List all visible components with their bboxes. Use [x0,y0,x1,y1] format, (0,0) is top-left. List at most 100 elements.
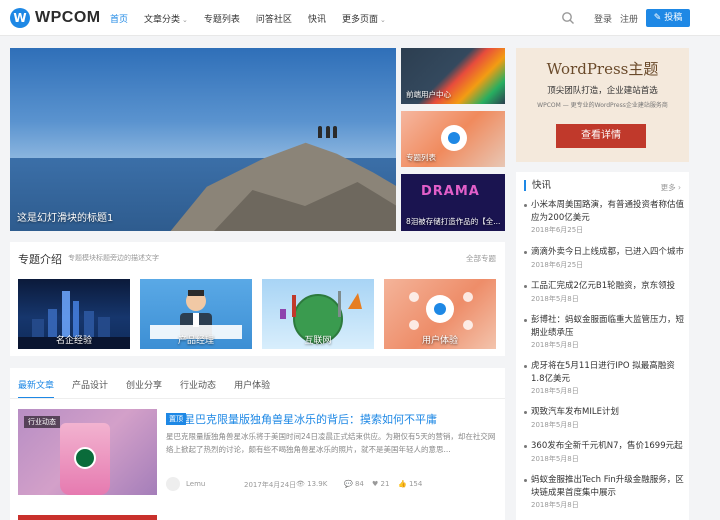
sticky-badge: 置顶 [166,413,186,425]
site-logo[interactable]: W WPCOM [10,8,101,28]
news-date: 2018年6月25日 [531,226,584,234]
search-icon[interactable] [561,11,575,25]
tab-latest[interactable]: 最新文章 [18,378,55,399]
kuaixun-more-link[interactable]: 更多 › [661,182,681,193]
thumb-label: 8泪被存储打造作品的【全... [406,217,501,226]
featured-thumb-3[interactable]: DRAMA 8泪被存储打造作品的【全... [401,174,505,231]
tabs-divider [10,398,505,399]
topics-section: 专题介绍 专题模块标题旁边的描述文字 全部专题 名企经验 产品经理 互联网 用户… [10,242,505,356]
news-date: 2018年5月8日 [531,341,579,349]
article-category-tag[interactable]: 行业动态 [24,416,60,428]
news-date: 2018年5月8日 [531,420,579,429]
likes-count[interactable]: ♥ 21 [372,480,389,488]
news-date: 2018年5月8日 [531,387,579,395]
featured-thumb-1[interactable]: 前端用户中心 [401,48,505,104]
next-article-thumbnail[interactable] [18,515,157,520]
ad-details-button[interactable]: 查看详情 [556,124,646,148]
news-item[interactable]: 360发布全新千元机N7，售价1699元起 2018年5月8日 [524,440,684,464]
slider-image-person [333,126,337,138]
topics-desc: 专题模块标题旁边的描述文字 [68,254,159,262]
submit-post-button[interactable]: ✎ 投稿 [646,9,690,27]
kuaixun-widget: 快讯 更多 › 小米本周美国路演，有普通投资者称估值应为200亿美元 2018年… [516,172,689,520]
starbucks-logo-icon [74,447,96,469]
topic-label: 用户体验 [421,336,458,346]
tab-ux[interactable]: 用户体验 [234,378,270,399]
news-title: 小米本周美国路演，有普通投资者称估值应为200亿美元 [524,199,684,224]
topic-card[interactable]: 互联网 [262,279,374,349]
news-title: 工品汇完成2亿元B1轮融资，京东领投 [524,280,684,293]
register-link[interactable]: 注册 [620,12,638,25]
articles-section: 最新文章 产品设计 创业分享 行业动态 用户体验 行业动态 置顶 星巴克限量版独… [10,368,505,520]
favorites-count[interactable]: 👍 154 [398,480,422,488]
news-item[interactable]: 虎牙将在5月11日进行IPO 拟最高融资1.8亿美元 2018年5月8日 [524,360,684,396]
news-item[interactable]: 工品汇完成2亿元B1轮融资，京东领投 2018年5月8日 [524,280,684,304]
topic-card[interactable]: 名企经验 [18,279,130,349]
nav-item-kuaixun[interactable]: 快讯 [308,12,326,25]
chevron-down-icon: ⌄ [182,15,188,24]
news-item[interactable]: 蚂蚁金服推出Tech Fin升级金融服务，区块链成果首度集中展示 2018年5月… [524,474,684,510]
news-date: 2018年5月8日 [531,501,579,509]
article-thumbnail[interactable]: 行业动态 [18,409,157,495]
news-item[interactable]: 小米本周美国路演，有普通投资者称估值应为200亿美元 2018年6月25日 [524,199,684,235]
edit-icon: ✎ [653,13,662,23]
chevron-down-icon: ⌄ [379,15,386,24]
nav-label: 文章分类 [144,14,181,25]
site-header: W WPCOM 首页 文章分类 ⌄ 专题列表 问答社区 快讯 更多页面 ⌄ 登录 注… [0,0,720,36]
news-date: 2018年6月25日 [531,260,584,269]
nav-label: 专题列表 [203,14,240,25]
article-title[interactable]: 星巴克限量版独角兽星冰乐的背后：摸索如何不平庸 [184,411,437,427]
featured-thumb-2[interactable]: 专题列表 [401,111,505,167]
logo-icon: W [10,8,30,28]
article-tabs: 最新文章 产品设计 创业分享 行业动态 用户体验 [18,378,288,399]
ad-small-text: WPCOM — 更专业的WordPress企业建站服务商 [537,102,668,109]
nav-item-home[interactable]: 首页 [110,12,128,25]
news-title: 彭博社：蚂蚁金服面临重大监管压力，短期业绩承压 [524,314,684,339]
news-title: 观致汽车发布MILE计划 [524,406,684,419]
views-count: 👁 13.9K [296,480,328,488]
news-date: 2018年5月8日 [531,454,579,463]
submit-label: 投稿 [664,13,683,23]
avatar[interactable] [166,477,180,491]
topic-card[interactable]: 用户体验 [384,279,496,349]
ad-title: WordPress主题 [546,60,659,78]
login-link[interactable]: 登录 [594,12,612,25]
article-date: 2017年4月24日 [244,481,297,489]
tab-product-design[interactable]: 产品设计 [72,378,108,399]
nav-label: 更多页面 [341,14,378,25]
topic-card[interactable]: 产品经理 [140,279,252,349]
nav-label: 快讯 [307,14,326,25]
article-author[interactable]: Lemu [186,480,205,488]
thumb-graphic-word: DRAMA [421,184,480,199]
article-item: 行业动态 置顶 星巴克限量版独角兽星冰乐的背后：摸索如何不平庸 星巴克限量版独角… [18,409,498,495]
topics-all-link[interactable]: 全部专题 [466,253,496,264]
tab-startup[interactable]: 创业分享 [126,378,162,399]
nav-item-topics[interactable]: 专题列表 [204,12,240,25]
slider-caption: 这是幻灯滑块的标题1 [17,213,114,224]
logo-text: WPCOM [35,9,101,26]
nav-item-categories[interactable]: 文章分类 ⌄ [144,12,188,25]
nav-item-qa[interactable]: 问答社区 [256,12,292,25]
topic-label: 产品经理 [177,336,214,346]
thumb-label: 前端用户中心 [406,90,451,99]
comments-count[interactable]: 💬 84 [344,480,364,488]
news-title: 360发布全新千元机N7，售价1699元起 [524,440,684,453]
tab-industry[interactable]: 行业动态 [180,378,216,399]
news-date: 2018年5月8日 [531,294,579,303]
article-excerpt: 星巴克限量版独角兽星冰乐将于美国时间24日凌晨正式结束供应。为期仅有5天的营销，… [166,432,496,454]
kuaixun-title: 快讯 [524,180,551,191]
thumb-graphic [448,132,460,144]
nav-label: 首页 [110,14,129,25]
main-nav: 首页 文章分类 ⌄ 专题列表 问答社区 快讯 更多页面 ⌄ [110,0,402,36]
article-meta: Lemu 2017年4月24日 👁 13.9K 💬 84 ♥ 21 👍 154 [166,477,496,491]
news-item[interactable]: 滴滴外卖今日上线成都，已进入四个城市 2018年6月25日 [524,246,684,270]
news-item[interactable]: 观致汽车发布MILE计划 2018年5月8日 [524,406,684,430]
news-title: 滴滴外卖今日上线成都，已进入四个城市 [524,246,684,259]
news-title: 虎牙将在5月11日进行IPO 拟最高融资1.8亿美元 [524,360,684,385]
nav-item-more[interactable]: 更多页面 ⌄ [342,12,386,25]
thumb-label: 专题列表 [406,153,436,162]
nav-label: 问答社区 [255,14,292,25]
hero-slider[interactable]: 这是幻灯滑块的标题1 [10,48,396,231]
news-title: 蚂蚁金服推出Tech Fin升级金融服务，区块链成果首度集中展示 [524,474,684,499]
ad-banner[interactable]: WordPress主题 顶尖团队打造，企业建站首选 WPCOM — 更专业的Wo… [516,48,689,162]
news-item[interactable]: 彭博社：蚂蚁金服面临重大监管压力，短期业绩承压 2018年5月8日 [524,314,684,350]
